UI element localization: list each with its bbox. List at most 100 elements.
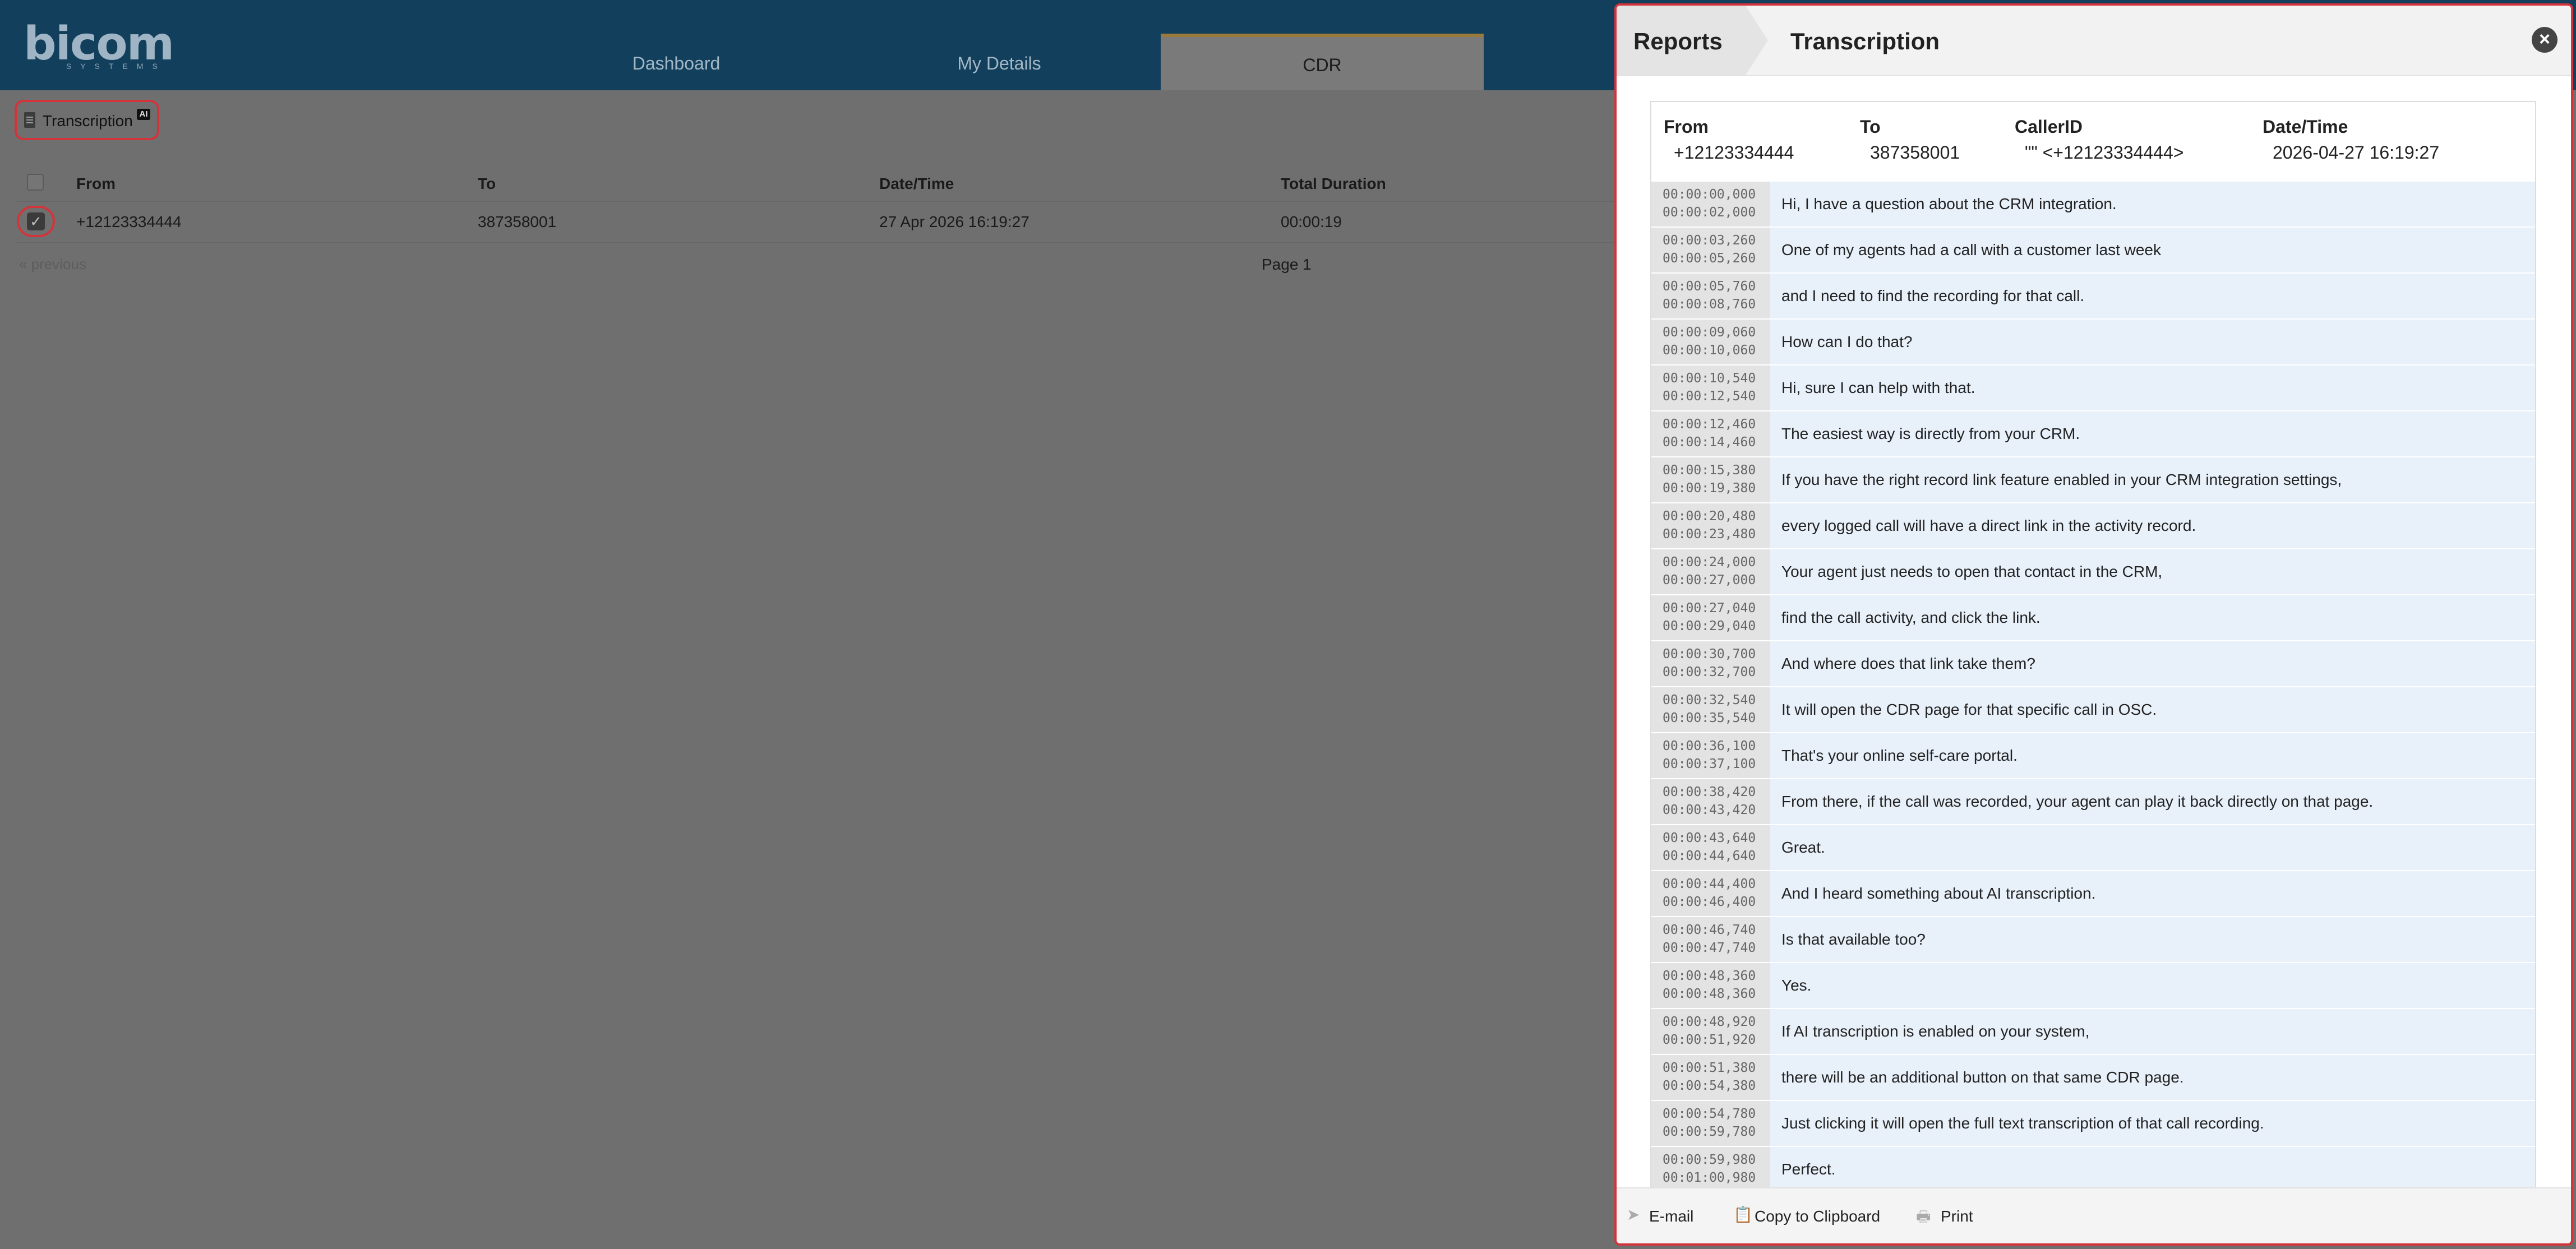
transcript-row: 00:00:03,260 00:00:05,260 One of my agents…	[1651, 226, 2535, 272]
transcript-row: 00:00:43,640 00:00:44,640 Great.	[1651, 824, 2535, 870]
timestamp-end: 00:00:14,460	[1663, 435, 1756, 450]
info-from-value: +12123334444	[1674, 142, 1794, 163]
bicom-logo: bicom	[24, 17, 174, 71]
transcript-row: 00:00:10,540 00:00:12,540 Hi, sure I can h…	[1651, 364, 2535, 410]
cell-duration: 00:00:19	[1281, 213, 1342, 230]
timestamp-start: 00:00:48,360	[1663, 969, 1756, 983]
timestamp-block: 00:00:32,540 00:00:35,540	[1651, 687, 1770, 732]
timestamp-block: 00:00:24,000 00:00:27,000	[1651, 549, 1770, 594]
timestamp-end: 00:00:29,040	[1663, 619, 1756, 633]
email-button[interactable]: E-mail	[1649, 1208, 1693, 1225]
timestamp-block: 00:00:30,700 00:00:32,700	[1651, 641, 1770, 686]
timestamp-end: 00:00:48,360	[1663, 987, 1756, 1001]
timestamp-end: 00:00:59,780	[1663, 1125, 1756, 1139]
copy-to-clipboard-button[interactable]: Copy to Clipboard	[1755, 1208, 1880, 1225]
column-header-total-duration[interactable]: Total Duration	[1281, 175, 1386, 193]
modal-footer: ➤ E-mail 📋 Copy to Clipboard 🖶 Print	[1617, 1187, 2571, 1243]
table-divider	[17, 201, 1615, 202]
transcript-text: It will open the CDR page for that speci…	[1781, 701, 2157, 718]
timestamp-start: 00:00:32,540	[1663, 693, 1756, 707]
timestamp-start: 00:00:00,000	[1663, 187, 1756, 202]
transcript-list: 00:00:00,000 00:00:02,000 Hi, I have a que…	[1651, 181, 2535, 1192]
timestamp-start: 00:00:36,100	[1663, 739, 1756, 753]
timestamp-block: 00:00:12,460 00:00:14,460	[1651, 411, 1770, 456]
transcript-text: Hi, sure I can help with that.	[1781, 379, 1975, 396]
transcription-button[interactable]: Transcription AI	[15, 100, 159, 140]
timestamp-start: 00:00:03,260	[1663, 233, 1756, 248]
tab-cdr[interactable]: CDR	[1161, 34, 1484, 90]
timestamp-block: 00:00:15,380 00:00:19,380	[1651, 457, 1770, 502]
ai-badge: AI	[137, 109, 150, 120]
cell-datetime: 27 Apr 2026 16:19:27	[879, 213, 1030, 230]
timestamp-end: 00:01:00,980	[1663, 1171, 1756, 1185]
timestamp-block: 00:00:48,920 00:00:51,920	[1651, 1009, 1770, 1054]
row-checkbox-highlight[interactable]: ✓	[17, 206, 55, 237]
transcript-text: The easiest way is directly from your CR…	[1781, 425, 2080, 442]
transcript-row: 00:00:09,060 00:00:10,060 How can I do tha…	[1651, 318, 2535, 364]
info-to-value: 387358001	[1870, 142, 1960, 163]
timestamp-start: 00:00:05,760	[1663, 279, 1756, 294]
timestamp-block: 00:00:59,980 00:01:00,980	[1651, 1147, 1770, 1192]
transcript-text: If you have the right record link featur…	[1781, 471, 2342, 488]
info-callerid-label: CallerID	[2015, 117, 2083, 137]
timestamp-block: 00:00:38,420 00:00:43,420	[1651, 779, 1770, 824]
transcript-text: Yes.	[1781, 977, 1812, 994]
breadcrumb-reports[interactable]: Reports	[1617, 6, 1768, 75]
timestamp-start: 00:00:27,040	[1663, 601, 1756, 616]
transcript-row: 00:00:51,380 00:00:54,380 there will be an…	[1651, 1054, 2535, 1100]
timestamp-end: 00:00:10,060	[1663, 343, 1756, 358]
row-checkbox-checked[interactable]: ✓	[27, 212, 45, 230]
transcript-text: One of my agents had a call with a custo…	[1781, 241, 2161, 258]
timestamp-end: 00:00:37,100	[1663, 757, 1756, 771]
tab-dashboard[interactable]: Dashboard	[515, 34, 838, 90]
transcript-row: 00:00:38,420 00:00:43,420 From there, if t…	[1651, 778, 2535, 824]
logo-subtitle: SYSTEMS	[66, 62, 167, 71]
timestamp-block: 00:00:51,380 00:00:54,380	[1651, 1055, 1770, 1100]
info-to-label: To	[1860, 117, 1881, 137]
transcript-text: That's your online self-care portal.	[1781, 747, 2018, 764]
timestamp-block: 00:00:27,040 00:00:29,040	[1651, 595, 1770, 640]
transcript-row: 00:00:32,540 00:00:35,540 It will open the…	[1651, 686, 2535, 732]
timestamp-start: 00:00:10,540	[1663, 371, 1756, 386]
timestamp-end: 00:00:19,380	[1663, 481, 1756, 496]
timestamp-start: 00:00:43,640	[1663, 831, 1756, 845]
timestamp-start: 00:00:12,460	[1663, 417, 1756, 432]
transcript-row: 00:00:05,760 00:00:08,760 and I need to fi…	[1651, 272, 2535, 318]
transcript-text: every logged call will have a direct lin…	[1781, 517, 2196, 534]
transcript-row: 00:00:46,740 00:00:47,740 Is that availabl…	[1651, 916, 2535, 962]
transcription-modal: Reports Transcription × From +1212333444…	[1614, 3, 2573, 1246]
transcription-panel: From +12123334444 To 387358001 CallerID …	[1650, 101, 2536, 1222]
transcript-text: Your agent just needs to open that conta…	[1781, 563, 2163, 580]
timestamp-end: 00:00:47,740	[1663, 941, 1756, 955]
select-all-checkbox[interactable]	[27, 174, 44, 191]
transcript-text: there will be an additional button on th…	[1781, 1068, 2184, 1086]
transcript-row: 00:00:15,380 00:00:19,380 If you have the …	[1651, 456, 2535, 502]
timestamp-block: 00:00:36,100 00:00:37,100	[1651, 733, 1770, 778]
timestamp-end: 00:00:46,400	[1663, 895, 1756, 909]
timestamp-end: 00:00:35,540	[1663, 711, 1756, 725]
transcript-row: 00:00:59,980 00:01:00,980 Perfect.	[1651, 1146, 2535, 1192]
timestamp-block: 00:00:10,540 00:00:12,540	[1651, 366, 1770, 410]
transcript-row: 00:00:36,100 00:00:37,100 That's your onli…	[1651, 732, 2535, 778]
previous-page-link[interactable]: « previous	[19, 256, 86, 273]
cell-to: 387358001	[478, 213, 557, 230]
column-header-from[interactable]: From	[76, 175, 116, 193]
tab-my-details[interactable]: My Details	[838, 34, 1161, 90]
table-divider	[17, 242, 1615, 243]
column-header-to[interactable]: To	[478, 175, 496, 193]
timestamp-end: 00:00:51,920	[1663, 1033, 1756, 1047]
close-icon[interactable]: ×	[2532, 27, 2557, 53]
print-button[interactable]: Print	[1941, 1208, 1973, 1225]
column-header-datetime[interactable]: Date/Time	[879, 175, 954, 193]
info-from-label: From	[1664, 117, 1709, 137]
transcript-row: 00:00:00,000 00:00:02,000 Hi, I have a que…	[1651, 181, 2535, 226]
transcript-text: Is that available too?	[1781, 931, 1926, 948]
timestamp-start: 00:00:38,420	[1663, 785, 1756, 799]
timestamp-block: 00:00:43,640 00:00:44,640	[1651, 825, 1770, 870]
transcript-text: find the call activity, and click the li…	[1781, 609, 2041, 626]
transcript-row: 00:00:48,360 00:00:48,360 Yes.	[1651, 962, 2535, 1008]
timestamp-block: 00:00:03,260 00:00:05,260	[1651, 228, 1770, 272]
timestamp-start: 00:00:44,400	[1663, 877, 1756, 891]
timestamp-start: 00:00:51,380	[1663, 1061, 1756, 1075]
transcript-text: And where does that link take them?	[1781, 655, 2035, 672]
